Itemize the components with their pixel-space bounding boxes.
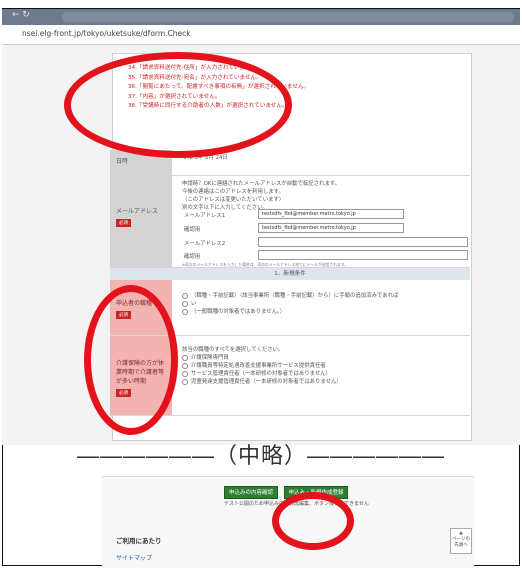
address1-input[interactable]: testsdfs_fbd@member.metro.tokyo.jp bbox=[258, 209, 404, 219]
checkbox-icon[interactable] bbox=[182, 378, 188, 385]
section-heading: 1．新規条件 bbox=[110, 268, 470, 280]
helper-option[interactable]: 介護職員等特定処遇改善支援事業所サービス提供責任者 bbox=[182, 362, 464, 370]
error-message: 37.「内容」が選択されていません。 bbox=[128, 93, 221, 100]
address2-input[interactable] bbox=[258, 237, 468, 247]
applicant-row: 申込者の職種 必須 （職種・手前記載）（該当事業所（職種・手前記載）から）に手順… bbox=[110, 280, 470, 336]
helper-option[interactable]: サービス管理責任者（一本研修の対象者ではありません） bbox=[182, 370, 464, 378]
review-button[interactable]: 申込みの内容確認 bbox=[224, 486, 278, 499]
tab-strip[interactable] bbox=[62, 12, 514, 22]
helper-option-text: 児童発達支援管理責任者（一本研修の対象者ではありません） bbox=[191, 379, 342, 385]
error-message: 36.「閲覧にあたって、配慮すべき事項の有無」が選択されていません。 bbox=[128, 84, 310, 90]
back-to-top-label: ページの先頭へ bbox=[452, 537, 470, 548]
helper-option-text: 介護保険専門員 bbox=[191, 355, 229, 361]
radio-icon[interactable] bbox=[182, 308, 188, 315]
email-label-cell: メールアドレス 必須 bbox=[110, 176, 172, 267]
radio-icon[interactable] bbox=[182, 292, 188, 299]
helper-intro: 該当の職種のすべてを選択してください。 bbox=[182, 347, 284, 353]
back-to-top-button[interactable]: ▲ ページの先頭へ bbox=[450, 528, 472, 554]
address2-label: メールアドレス2 bbox=[184, 241, 226, 247]
confirm2-label: 確認用 bbox=[184, 254, 201, 260]
applicant-options: （職種・手前記載）（該当事業所（職種・手前記載）から）に手順の追加済みであれば … bbox=[176, 280, 470, 335]
date-value: 令和 3年 5月 24日 bbox=[182, 155, 228, 161]
submit-button[interactable]: 申込み・新規作成登録 bbox=[284, 486, 348, 499]
applicant-option-text: い bbox=[191, 301, 197, 307]
applicant-option[interactable]: い bbox=[182, 300, 464, 308]
error-list: 34.「請求資料送付先-住所」が入力されていません。 35.「請求資料送付先-宛… bbox=[128, 64, 310, 112]
address-bar[interactable]: nsei.elg-front.jp/tokyo/uketsuke/dform.C… bbox=[2, 25, 520, 45]
url-text[interactable]: nsei.elg-front.jp/tokyo/uketsuke/dform.C… bbox=[22, 29, 191, 38]
confirm1-input[interactable]: testsdfs_fbd@member.metro.tokyo.jp bbox=[258, 223, 404, 233]
error-message: 34.「請求資料送付先-住所」が入力されていません。 bbox=[128, 65, 262, 71]
date-row: 日時 令和 3年 5月 24日 bbox=[110, 150, 470, 176]
helper-label-cell: 介護保険の方が休業時期で介護者等が多い時期 必須 bbox=[110, 336, 172, 415]
required-badge: 必須 bbox=[116, 219, 131, 227]
applicant-label: 申込者の職種 bbox=[116, 300, 153, 307]
applicant-option-text: （一般職種の対象者ではありません。） bbox=[191, 309, 286, 315]
helper-option-text: 介護職員等特定処遇改善支援事業所サービス提供責任者 bbox=[191, 363, 326, 369]
omission-marker: ――――――（中略）―――――― bbox=[76, 444, 445, 469]
checkbox-icon[interactable] bbox=[182, 370, 188, 377]
back-reload-icon[interactable]: ← ↻ bbox=[12, 10, 30, 20]
error-message: 38.「受講時に同行する介助者の人数」が選択されていません。 bbox=[128, 103, 288, 109]
checkbox-icon[interactable] bbox=[182, 354, 188, 361]
helper-option[interactable]: 児童発達支援管理責任者（一本研修の対象者ではありません） bbox=[182, 378, 464, 386]
helper-options: 該当の職種のすべてを選択してください。 介護保険専門員 介護職員等特定処遇改善支… bbox=[176, 336, 470, 415]
email-intro-line: 今後の連絡はこのアドレスを利用します。 bbox=[182, 189, 284, 195]
helper-label: 介護保険の方が休業時期で介護者等が多い時期 bbox=[116, 360, 165, 385]
helper-row: 介護保険の方が休業時期で介護者等が多い時期 必須 該当の職種のすべてを選択してく… bbox=[110, 336, 470, 416]
footer-title: ご利用にあたり bbox=[116, 537, 162, 545]
applicant-option[interactable]: （一般職種の対象者ではありません。） bbox=[182, 308, 464, 316]
helper-option[interactable]: 介護保険専門員 bbox=[182, 354, 464, 362]
email-label: メールアドレス bbox=[116, 208, 159, 215]
helper-option-text: サービス管理責任者（一本研修の対象者ではありません） bbox=[191, 371, 331, 377]
required-badge: 必須 bbox=[116, 389, 131, 397]
checkbox-icon[interactable] bbox=[182, 362, 188, 369]
confirm1-label: 確認用 bbox=[184, 227, 201, 233]
browser-tab-bar: ← ↻ bbox=[2, 9, 520, 25]
error-message: 35.「請求資料送付先-宛名」が入力されていません。 bbox=[128, 74, 262, 81]
email-intro-line: （このアドレスは変更いただいています） bbox=[182, 197, 285, 203]
email-intro-line: 申請時？OKに連絡されたメールアドレスが自動で転記されます。 bbox=[182, 181, 341, 187]
required-badge: 必須 bbox=[116, 311, 131, 319]
sitemap-link[interactable]: サイトマップ bbox=[116, 553, 152, 562]
address1-label: メールアドレス1 bbox=[184, 213, 226, 219]
radio-icon[interactable] bbox=[182, 300, 188, 307]
applicant-label-cell: 申込者の職種 必須 bbox=[110, 280, 172, 335]
confirm2-input[interactable] bbox=[258, 250, 468, 260]
submit-note: テスト公開のため申込み内容の再編集、ボタン操作はできません bbox=[224, 501, 369, 507]
applicant-option[interactable]: （職種・手前記載）（該当事業所（職種・手前記載）から）に手順の追加済みであれば bbox=[182, 292, 464, 300]
applicant-option-text: （職種・手前記載）（該当事業所（職種・手前記載）から）に手順の追加済みであれば bbox=[191, 293, 399, 299]
date-label: 日時 bbox=[110, 150, 172, 175]
